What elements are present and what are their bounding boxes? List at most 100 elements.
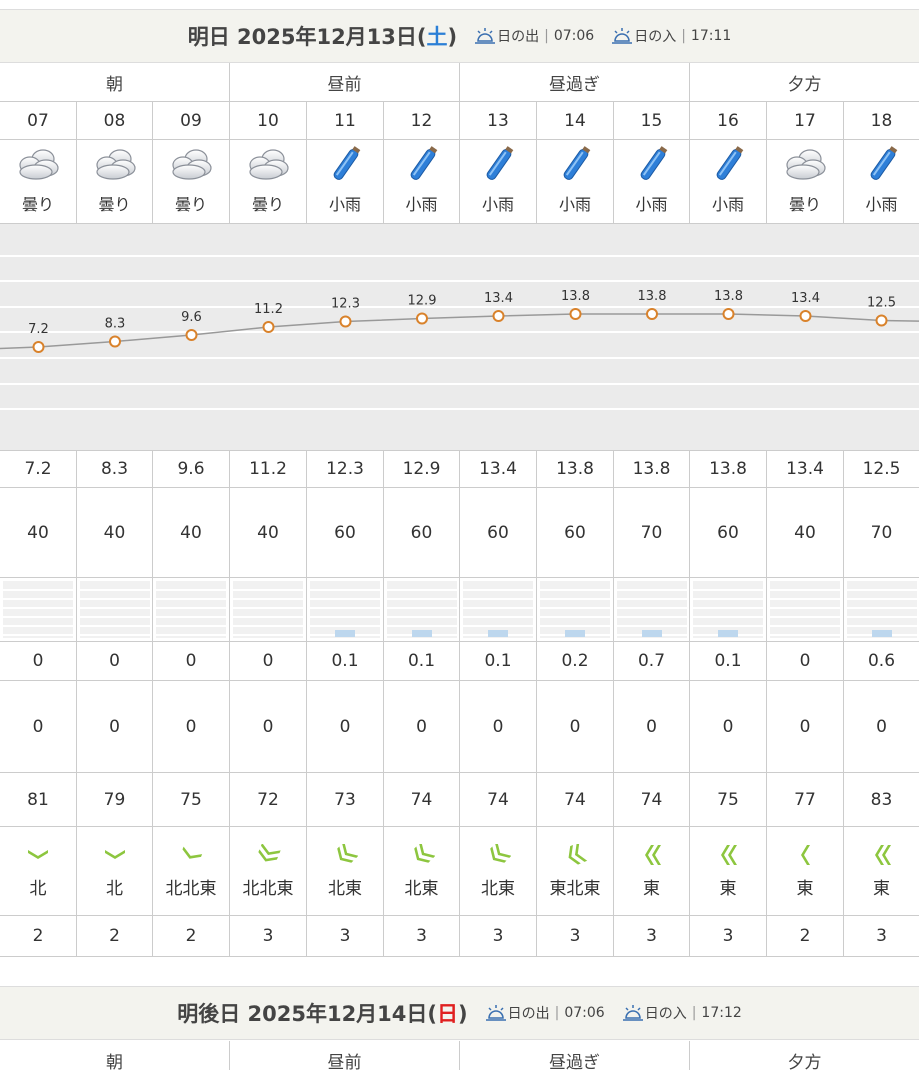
weather-label: 曇り [21, 195, 54, 214]
humidity-cell: 74 [384, 773, 460, 826]
precip-bar-cell [153, 578, 230, 641]
precip-bar-cell [307, 578, 384, 641]
day-header-tomorrow: 明日 2025年12月13日(土) 日の出 | 07:06 日の入 | 17:11 [0, 9, 919, 63]
precip-probability-cell: 70 [614, 488, 690, 577]
period-cell: 朝 [0, 63, 230, 101]
temperature-point [109, 335, 121, 348]
precip-bar-cell [460, 578, 537, 641]
precip-cell: 0.7 [614, 642, 690, 680]
precip-probability-cell: 40 [153, 488, 230, 577]
wind-direction-label: 東 [643, 878, 660, 899]
wind-speed-cell: 2 [0, 916, 77, 956]
precip-cell: 0.2 [537, 642, 614, 680]
precip-bar-cell [690, 578, 767, 641]
weather-cell: 小雨 [460, 140, 537, 223]
cloud-icon [91, 144, 139, 191]
sunset-icon [622, 1005, 643, 1021]
temperature-data-label: 7.2 [28, 322, 49, 337]
period-cell: 夕方 [787, 74, 822, 95]
snow-cell: 0 [537, 681, 614, 772]
wind-direction-cell: 東 [844, 827, 919, 915]
hour-cell: 09 [153, 102, 230, 139]
weather-label: 小雨 [711, 195, 744, 214]
cloud-icon [781, 144, 829, 191]
umbrella-icon [474, 144, 522, 191]
humidity-cell: 75 [153, 773, 230, 826]
period-row-day-after: 朝昼前 昼過ぎ 夕方 [0, 1041, 919, 1070]
wind-direction-cell: 北北東 [153, 827, 230, 915]
wind-direction-label: 東 [796, 878, 814, 899]
weather-cell: 小雨 [614, 140, 690, 223]
weather-cell: 曇り [767, 140, 844, 223]
wind-speed-row: 222333333323 [0, 916, 919, 957]
snow-cell: 0 [614, 681, 690, 772]
temperature-cell: 13.8 [614, 451, 690, 487]
hour-row: 07 08 09 10 11 12 13 14 15 16 17 18 [0, 102, 919, 140]
wind-north-northeast-icon [258, 843, 281, 861]
precip-cell: 0 [77, 642, 153, 680]
humidity-cell: 74 [614, 773, 690, 826]
precip-bar [156, 581, 226, 638]
snow-cell: 0 [0, 681, 77, 772]
weather-cell: 小雨 [307, 140, 384, 223]
wind-direction-cell: 北 [0, 827, 77, 915]
humidity-cell: 74 [537, 773, 614, 826]
snow-cell: 0 [230, 681, 307, 772]
snow-cell: 0 [153, 681, 230, 772]
precip-bar [770, 581, 840, 638]
weather-label: 小雨 [481, 195, 514, 214]
humidity-cell: 74 [460, 773, 537, 826]
temperature-data-label: 12.9 [408, 294, 437, 309]
precip-bar-fill [565, 630, 585, 637]
period-cell: 昼過ぎ [460, 1041, 690, 1070]
day-header-day-after: 明後日 2025年12月14日(日) 日の出 | 07:06 日の入 | 17:12 [0, 986, 919, 1040]
precip-cell: 0 [230, 642, 307, 680]
wind-northeast-icon [490, 843, 511, 863]
temperature-data-label: 12.5 [867, 296, 896, 311]
wind-direction-label: 東北東 [549, 878, 601, 899]
temperature-cell: 12.3 [307, 451, 384, 487]
sunrise-icon [475, 28, 496, 44]
umbrella-icon [628, 144, 676, 191]
snow-cell: 0 [384, 681, 460, 772]
precip-cell: 0.1 [384, 642, 460, 680]
weather-cell: 小雨 [384, 140, 460, 223]
weather-label: 小雨 [635, 195, 668, 214]
wind-direction-label: 北東 [481, 878, 515, 899]
precip-bar-cell [0, 578, 77, 641]
hour-cell: 12 [384, 102, 460, 139]
wind-north-icon [104, 849, 125, 859]
period-cell: 昼過ぎ [460, 63, 690, 101]
wind-east-northeast-icon [568, 843, 588, 865]
wind-direction-label: 東 [719, 878, 737, 899]
precip-bar-fill [411, 630, 432, 637]
temperature-point [646, 308, 658, 320]
wind-direction-cell: 北 [77, 827, 153, 915]
precip-bar [463, 581, 533, 638]
temperature-point [185, 329, 198, 341]
precip-probability-cell: 60 [460, 488, 537, 577]
precip-bar [79, 581, 150, 638]
precip-cell: 0.1 [690, 642, 767, 680]
wind-speed-cell: 3 [460, 916, 537, 956]
precip-probability-cell: 60 [690, 488, 767, 577]
umbrella-icon [398, 144, 446, 191]
wind-direction-cell: 東 [767, 827, 844, 915]
wind-direction-label: 北北東 [242, 878, 294, 899]
hour-cell: 17 [767, 102, 844, 139]
precip-probability-cell: 40 [767, 488, 844, 577]
precip-row: 0 0 0 0 0.1 0.1 0.1 0.2 0.7 0.1 0 0.6 [0, 642, 919, 681]
day-title: 明日 2025年12月13日(土) [187, 25, 458, 49]
wind-east-icon [801, 844, 810, 865]
weather-label: 曇り [98, 195, 131, 214]
temperature-point [262, 321, 275, 333]
wind-northeast-icon [337, 843, 358, 863]
wind-northeast-icon [413, 843, 435, 863]
wind-north-northeast-icon [182, 846, 203, 859]
precip-bar [540, 581, 610, 638]
temperature-cell: 11.2 [230, 451, 307, 487]
weather-cell: 曇り [77, 140, 153, 223]
weather-cell: 曇り [153, 140, 230, 223]
temperature-point [799, 310, 812, 322]
precip-probability-cell: 40 [77, 488, 153, 577]
